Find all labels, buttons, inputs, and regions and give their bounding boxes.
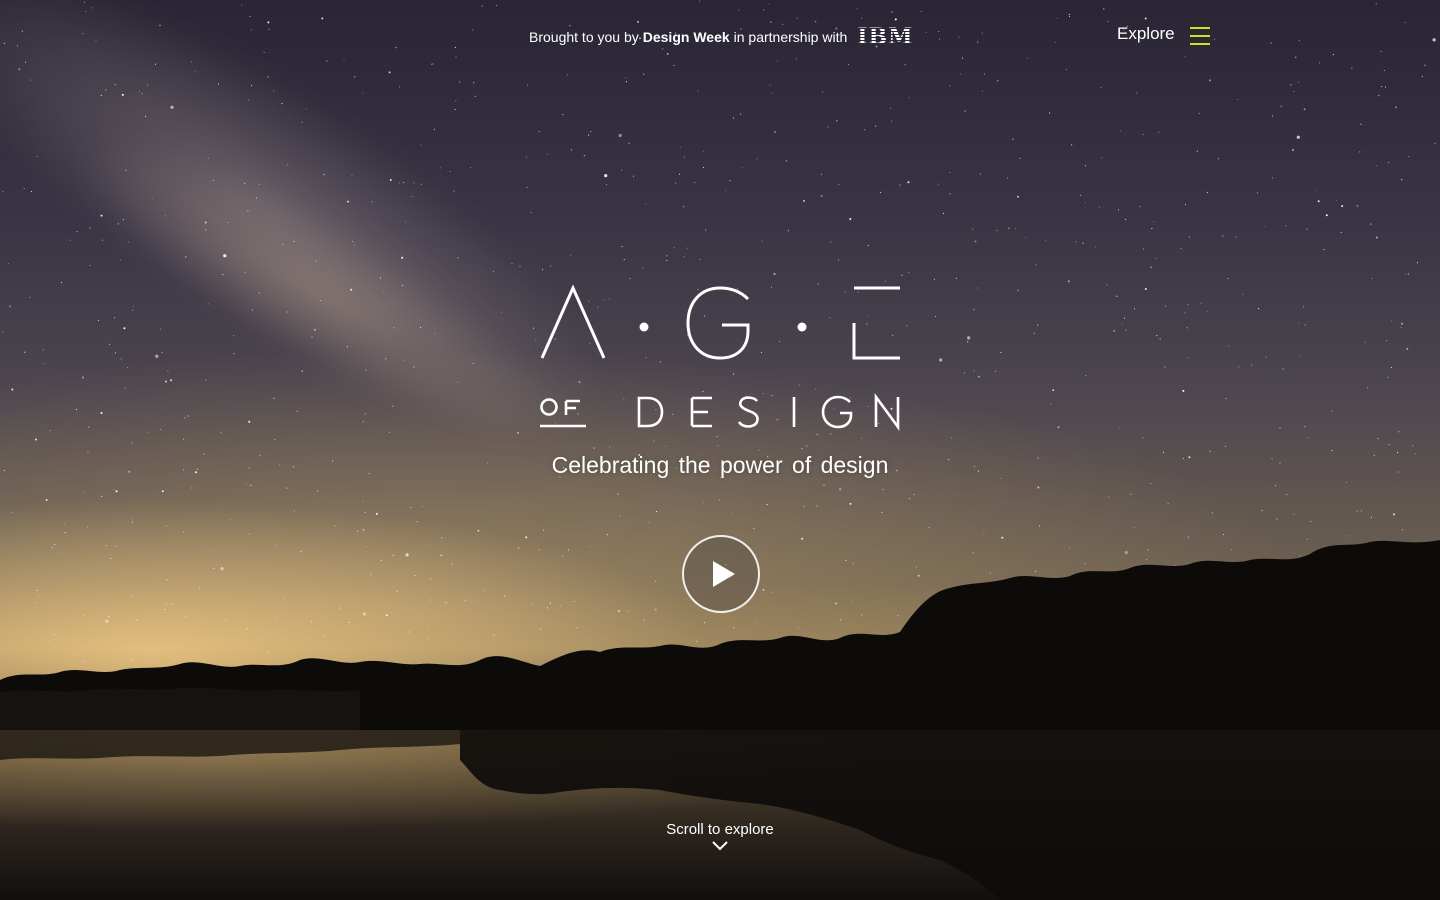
logo-design-s bbox=[737, 396, 759, 428]
hero-section: Brought to you by Design Week in partner… bbox=[0, 0, 1440, 900]
lake-reflection bbox=[0, 730, 1440, 900]
explore-link[interactable]: Explore bbox=[1117, 24, 1175, 44]
logo-design-n bbox=[874, 393, 900, 431]
play-video-button[interactable] bbox=[682, 535, 760, 613]
tagline: Celebrating the power of design bbox=[551, 452, 889, 478]
sponsor-prefix: Brought to you by bbox=[529, 29, 639, 45]
logo-letter-a bbox=[540, 285, 606, 359]
logo-of-f bbox=[564, 399, 580, 415]
logo-design-g bbox=[821, 395, 853, 429]
ibm-logo[interactable]: IBM bbox=[857, 26, 913, 48]
top-bar: Brought to you by Design Week in partner… bbox=[0, 22, 1440, 52]
logo-dot-2 bbox=[797, 322, 807, 332]
sponsor-credit: Brought to you by Design Week in partner… bbox=[529, 26, 918, 48]
logo-letter-e bbox=[852, 286, 900, 360]
logo-letter-g bbox=[686, 286, 750, 360]
scroll-to-explore[interactable]: Scroll to explore bbox=[0, 821, 1440, 838]
logo-dot-1 bbox=[639, 322, 649, 332]
hamburger-icon[interactable] bbox=[1190, 26, 1210, 46]
logo-of-o bbox=[540, 398, 558, 416]
logo-design-e bbox=[690, 396, 712, 428]
logo-design-d bbox=[637, 396, 664, 428]
sponsor-mid: in partnership with bbox=[733, 29, 848, 45]
age-of-design-logo bbox=[540, 285, 900, 431]
play-icon bbox=[713, 561, 735, 587]
sponsor-name-link[interactable]: Design Week bbox=[643, 29, 730, 45]
chevron-down-icon[interactable] bbox=[712, 840, 728, 852]
